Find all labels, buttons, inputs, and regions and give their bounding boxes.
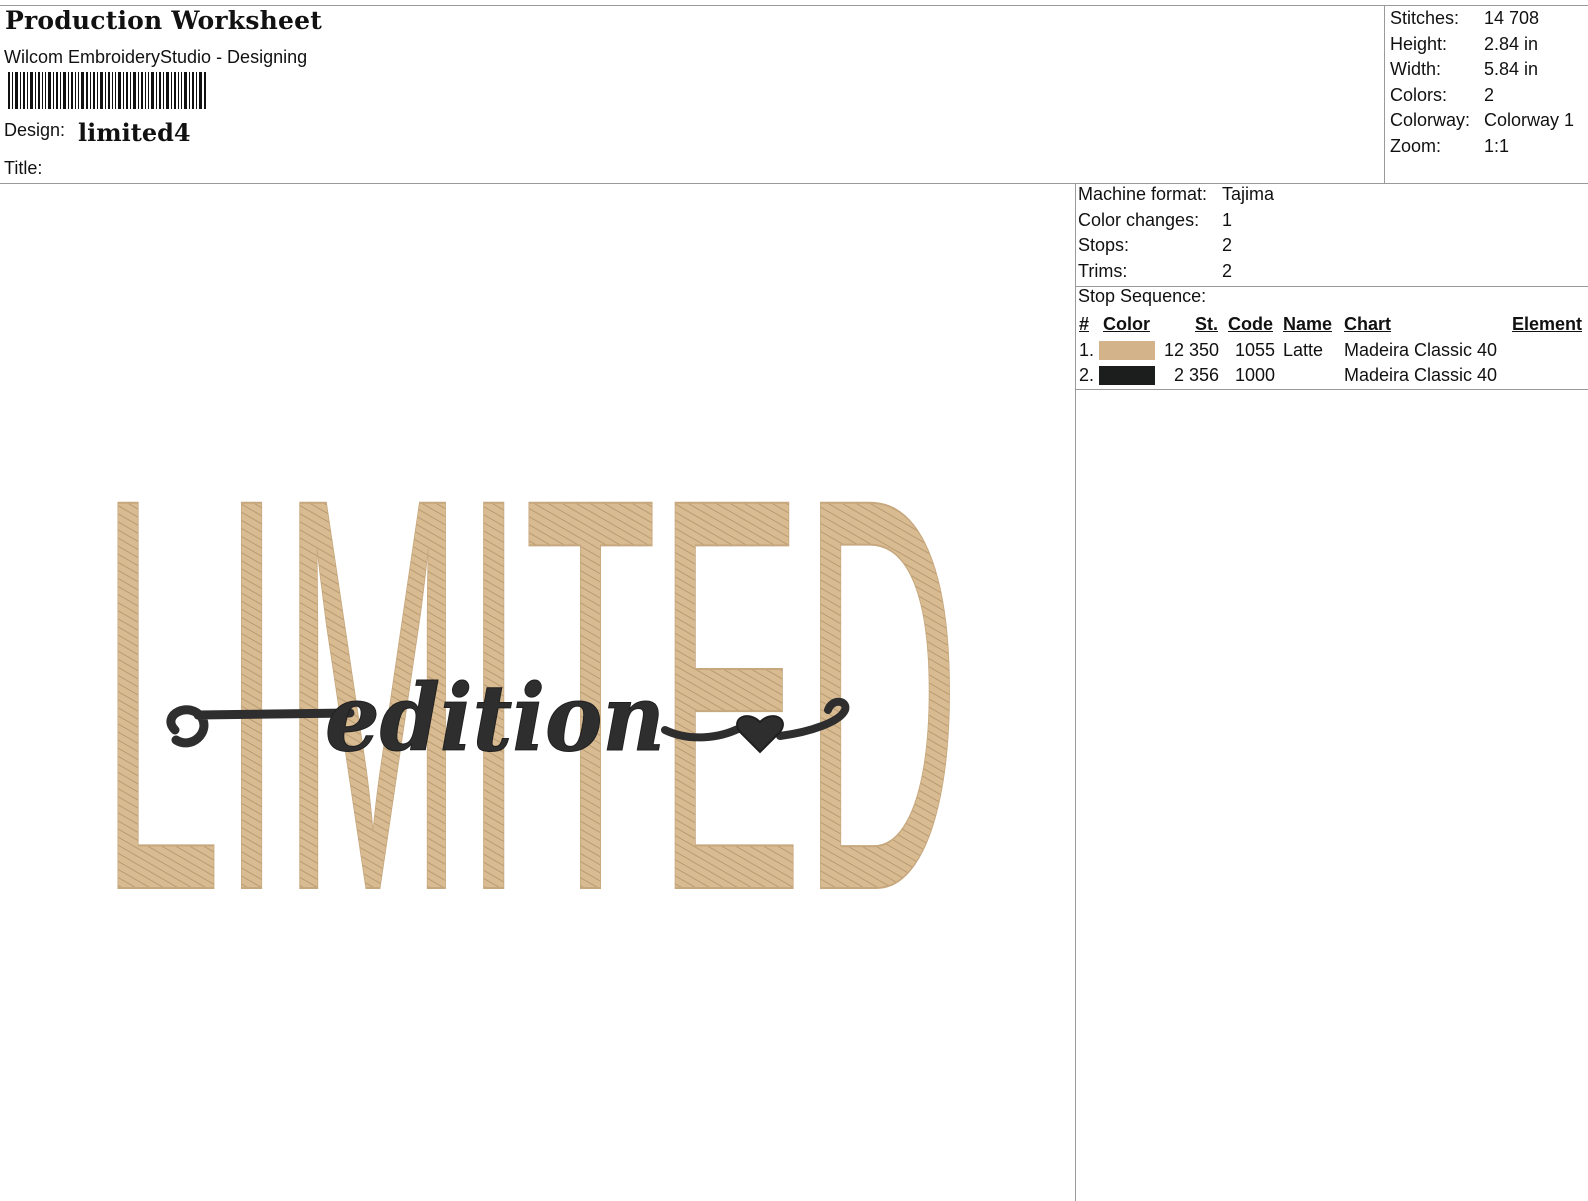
machine-row: Trims: 2 — [1078, 259, 1274, 285]
design-preview: LIMITED edition — [99, 460, 961, 920]
row-num: 1. — [1079, 340, 1095, 360]
stat-row: Colorway: Colorway 1 — [1390, 108, 1574, 134]
stat-value: 2 — [1484, 84, 1495, 105]
row-name: Latte — [1283, 340, 1324, 360]
barcode-icon — [8, 72, 206, 109]
stat-value: 14 708 — [1484, 8, 1540, 28]
stat-row: Width: 5.84 in — [1390, 57, 1574, 83]
row-num: 2. — [1079, 365, 1095, 385]
header-divider — [0, 183, 1588, 184]
row-chart: Madeira Classic 40 — [1344, 365, 1498, 385]
col-chart: Chart — [1344, 314, 1392, 334]
stop-sequence-label: Stop Sequence: — [1078, 286, 1207, 306]
row-chart: Madeira Classic 40 — [1344, 340, 1498, 360]
stat-label: Zoom: — [1390, 135, 1442, 156]
stat-row: Height: 2.84 in — [1390, 32, 1574, 58]
machine-value: Tajima — [1222, 184, 1275, 204]
machine-row: Color changes: 1 — [1078, 208, 1274, 234]
machine-row: Stops: 2 — [1078, 233, 1274, 259]
stat-label: Colorway: — [1390, 110, 1471, 131]
color-swatch — [1099, 366, 1155, 385]
machine-label: Color changes: — [1078, 209, 1200, 230]
row-code: 1055 — [1235, 340, 1276, 360]
edition-script: edition — [325, 664, 665, 772]
stat-row: Stitches: 14 708 — [1390, 6, 1574, 32]
stat-value: 1:1 — [1484, 135, 1510, 156]
title-label: Title: — [4, 158, 43, 178]
worksheet-title: Production Worksheet — [5, 6, 322, 35]
col-code: Code — [1228, 314, 1273, 334]
sequence-divider — [1075, 389, 1588, 390]
stat-label: Stitches: — [1390, 8, 1460, 28]
stats-table: Stitches: 14 708 Height: 2.84 in Width: 5.8… — [1390, 6, 1574, 160]
design-name: limited4 — [78, 118, 191, 147]
stat-row: Colors: 2 — [1390, 83, 1574, 109]
stat-value: 5.84 in — [1484, 59, 1539, 80]
design-label: Design: — [4, 120, 66, 140]
machine-value: 2 — [1222, 261, 1233, 282]
col-num: # — [1079, 314, 1090, 334]
machine-label: Trims: — [1078, 261, 1128, 282]
machine-info: Machine format: Tajima Color changes: 1 St… — [1078, 182, 1274, 285]
col-name: Name — [1283, 314, 1333, 334]
stat-label: Width: — [1390, 59, 1442, 80]
machine-value: 2 — [1222, 235, 1233, 256]
stats-divider — [1384, 5, 1385, 183]
machine-value: 1 — [1222, 209, 1233, 230]
software-name: Wilcom EmbroideryStudio - Designing — [4, 47, 308, 67]
row-code: 1000 — [1235, 365, 1276, 385]
machine-label: Stops: — [1078, 235, 1130, 256]
stat-value: 2.84 in — [1484, 33, 1539, 54]
stat-label: Height: — [1390, 33, 1448, 54]
stat-row: Zoom: 1:1 — [1390, 134, 1574, 160]
col-color: Color — [1103, 314, 1150, 334]
col-stitches: St. — [1195, 314, 1219, 334]
row-stitches: 12 350 — [1164, 340, 1220, 360]
stat-label: Colors: — [1390, 84, 1448, 105]
top-border — [0, 5, 1588, 6]
row-stitches: 2 356 — [1174, 365, 1220, 385]
stat-value: Colorway 1 — [1484, 110, 1575, 131]
machine-label: Machine format: — [1078, 184, 1208, 204]
color-swatch — [1099, 341, 1155, 360]
panel-divider — [1075, 183, 1076, 1201]
machine-row: Machine format: Tajima — [1078, 182, 1274, 208]
col-element: Element — [1512, 314, 1583, 334]
